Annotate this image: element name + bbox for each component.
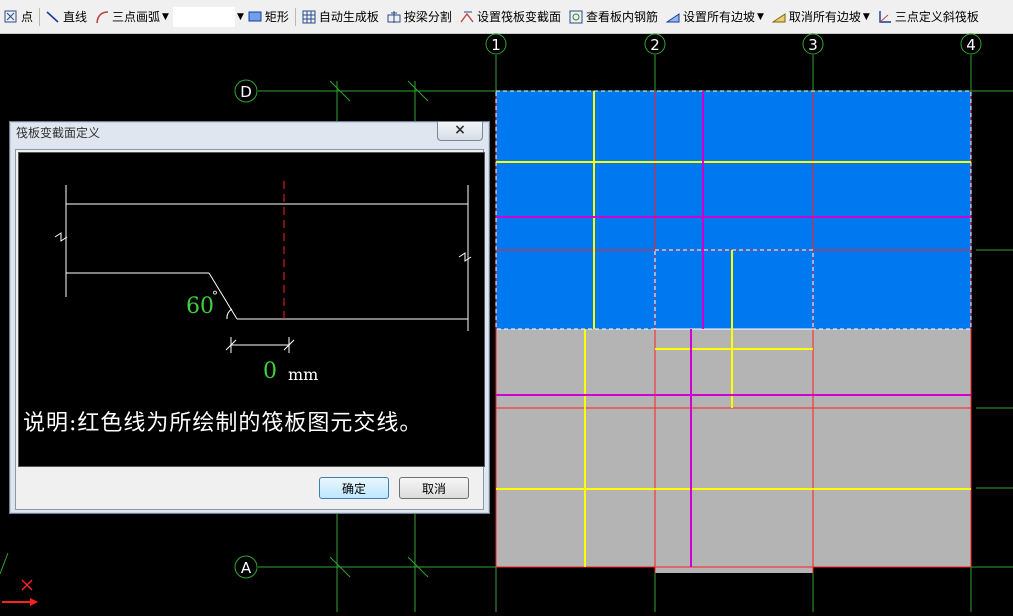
cancel-button[interactable]: 取消 — [399, 477, 469, 499]
angle-unit: ° — [212, 289, 218, 303]
cancel-slope-icon — [771, 10, 786, 24]
split-by-beam-tool[interactable]: 按梁分割 — [383, 5, 456, 29]
dialog-title: 筏板变截面定义 — [16, 126, 101, 140]
rebar-view-icon — [569, 10, 583, 24]
slab-lower-lip — [655, 567, 813, 573]
auto-slab-tool[interactable]: 自动生成板 — [298, 5, 383, 29]
point-tool[interactable]: 点 — [0, 5, 37, 29]
axis-label-yD: D — [240, 83, 252, 101]
arc-label: 三点画弧 — [112, 10, 161, 24]
three-point-slope-tool[interactable]: 三点定义斜筏板 — [874, 5, 983, 29]
section-icon — [460, 10, 474, 24]
arc-dropdown-icon[interactable]: ▼ — [162, 12, 169, 22]
slab-upper[interactable] — [496, 91, 971, 329]
arc-tool[interactable]: 三点画弧 ▼ — [91, 5, 173, 29]
set-all-slope-label: 设置所有边坡 — [682, 10, 755, 24]
axis-label-x3: 3 — [808, 36, 818, 54]
cancel-slope-dropdown-icon[interactable]: ▼ — [863, 12, 870, 22]
set-section-tool[interactable]: 设置筏板变截面 — [456, 5, 565, 29]
split-icon — [387, 10, 401, 24]
dialog-note: 说明:红色线为所绘制的筏板图元交线。 — [23, 411, 423, 436]
slab-lower[interactable] — [496, 329, 971, 567]
arc-icon — [95, 10, 109, 24]
close-button[interactable]: × — [437, 122, 483, 141]
section-preview: 60 ° 0 mm 说明:红色线为所绘制的筏板图元交线。 — [18, 152, 485, 467]
three-point-icon — [878, 10, 892, 24]
line-tool[interactable]: 直线 — [42, 5, 91, 29]
axis-label-x4: 4 — [966, 36, 976, 54]
line-icon — [46, 10, 60, 24]
point-label: 点 — [21, 10, 34, 24]
set-section-label: 设置筏板变截面 — [476, 10, 561, 24]
split-by-beam-label: 按梁分割 — [403, 10, 452, 24]
offset-unit: mm — [288, 365, 319, 384]
rect-tool[interactable]: 矩形 — [244, 5, 293, 29]
rectangle-icon — [248, 10, 262, 24]
cancel-all-slope-tool[interactable]: 取消所有边坡 ▼ — [768, 5, 874, 29]
separator — [39, 7, 41, 26]
axis-label-yA: A — [241, 559, 252, 577]
arc-mode-select[interactable] — [172, 6, 235, 27]
view-rebar-label: 查看板内钢筋 — [585, 10, 658, 24]
grid-icon — [302, 10, 316, 24]
axis-label-x2: 2 — [650, 36, 660, 54]
set-all-slope-tool[interactable]: 设置所有边坡 ▼ — [662, 5, 768, 29]
slope-icon — [665, 10, 680, 24]
toolbar: 点 直线 三点画弧 ▼ ▼ 矩形 自动生成板 按梁分割 设置筏板变截面 查看板内… — [0, 0, 1013, 34]
ucs-icon — [2, 579, 38, 606]
slope-dropdown-icon[interactable]: ▼ — [757, 12, 764, 22]
auto-slab-label: 自动生成板 — [318, 10, 379, 24]
dialog-body: 60 ° 0 mm 说明:红色线为所绘制的筏板图元交线。 确定 取消 — [15, 149, 485, 510]
axis-label-x1: 1 — [491, 36, 501, 54]
view-rebar-tool[interactable]: 查看板内钢筋 — [565, 5, 662, 29]
rect-label: 矩形 — [264, 10, 289, 24]
cancel-all-slope-label: 取消所有边坡 — [788, 10, 861, 24]
point-icon — [4, 10, 18, 24]
ok-button[interactable]: 确定 — [319, 477, 389, 499]
line-label: 直线 — [63, 10, 88, 24]
three-point-slope-label: 三点定义斜筏板 — [894, 10, 979, 24]
section-definition-dialog: 筏板变截面定义 × 60 ° 0 mm 说明:红色线为所绘制的筏板图元交线。 确… — [9, 121, 490, 514]
separator — [294, 7, 296, 26]
offset-value[interactable]: 0 — [263, 359, 277, 384]
mode-dropdown-icon[interactable]: ▼ — [237, 12, 244, 22]
angle-value[interactable]: 60 — [186, 294, 214, 319]
